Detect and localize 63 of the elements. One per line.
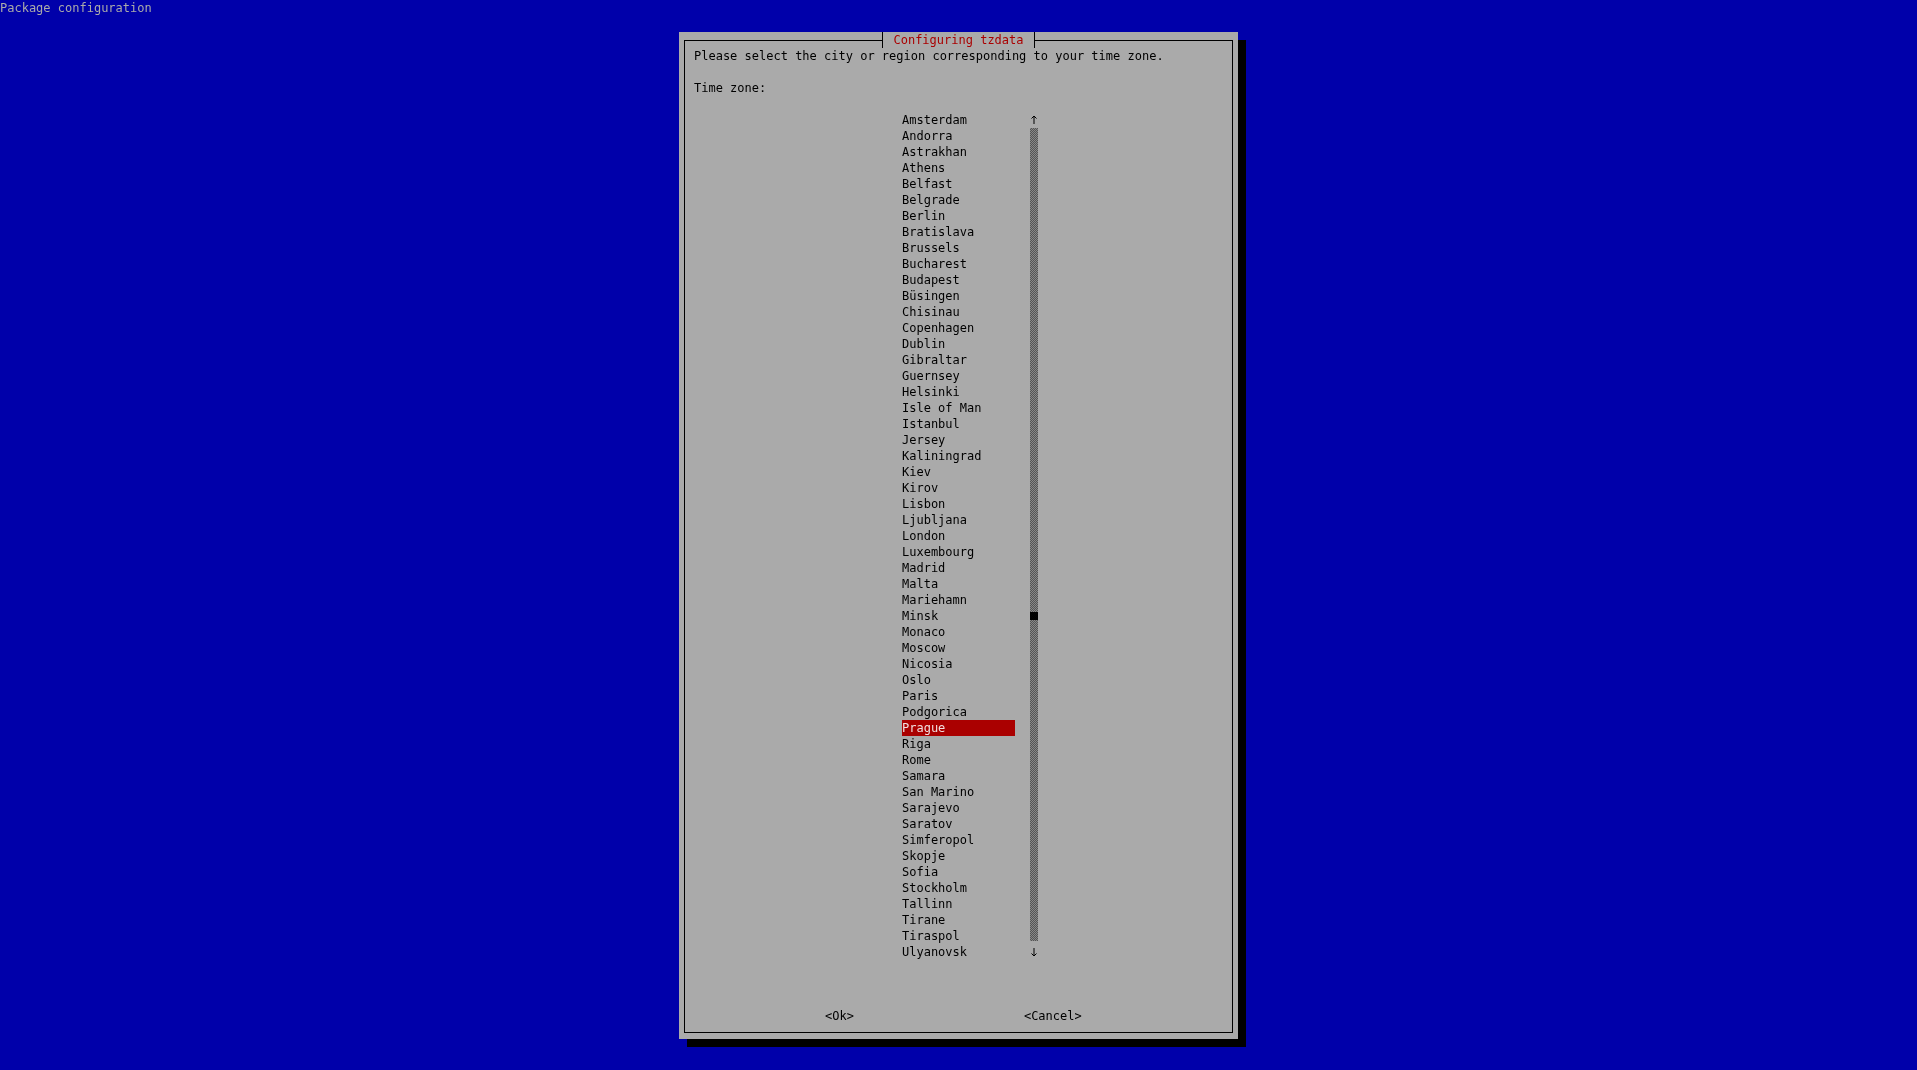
list-item[interactable]: Jersey [902, 432, 1015, 448]
list-item[interactable]: Chisinau [902, 304, 1015, 320]
list-item[interactable]: Bratislava [902, 224, 1015, 240]
list-item[interactable]: Simferopol [902, 832, 1015, 848]
scrollbar-track[interactable] [1030, 128, 1038, 941]
list-item[interactable]: Athens [902, 160, 1015, 176]
list-item[interactable]: Budapest [902, 272, 1015, 288]
dialog-title: Configuring tzdata [882, 32, 1035, 48]
list-item[interactable]: Mariehamn [902, 592, 1015, 608]
list-item[interactable]: Paris [902, 688, 1015, 704]
list-item[interactable]: Rome [902, 752, 1015, 768]
list-item[interactable]: Moscow [902, 640, 1015, 656]
list-item[interactable]: Dublin [902, 336, 1015, 352]
list-item[interactable]: Helsinki [902, 384, 1015, 400]
dialog-button[interactable]: <Cancel> [1023, 1008, 1082, 1024]
list-item[interactable]: Tirane [902, 912, 1015, 928]
list-item[interactable]: Skopje [902, 848, 1015, 864]
list-item[interactable]: Kiev [902, 464, 1015, 480]
list-item[interactable]: Bucharest [902, 256, 1015, 272]
field-label: Time zone: [694, 80, 767, 96]
list-item[interactable]: Saratov [902, 816, 1015, 832]
list-item[interactable]: Podgorica [902, 704, 1015, 720]
list-item[interactable]: Oslo [902, 672, 1015, 688]
list-item[interactable]: Kirov [902, 480, 1015, 496]
list-item[interactable]: Sarajevo [902, 800, 1015, 816]
list-item[interactable]: Riga [902, 736, 1015, 752]
list-item[interactable]: Minsk [902, 608, 1015, 624]
list-item[interactable]: Andorra [902, 128, 1015, 144]
list-item[interactable]: Kaliningrad [902, 448, 1015, 464]
list-item[interactable]: Sofia [902, 864, 1015, 880]
list-item[interactable]: Stockholm [902, 880, 1015, 896]
list-item[interactable]: Astrakhan [902, 144, 1015, 160]
scrollbar-thumb[interactable] [1030, 612, 1038, 620]
list-item[interactable]: Malta [902, 576, 1015, 592]
list-item[interactable]: Guernsey [902, 368, 1015, 384]
list-item[interactable]: Gibraltar [902, 352, 1015, 368]
list-item[interactable]: Berlin [902, 208, 1015, 224]
list-item[interactable]: Belfast [902, 176, 1015, 192]
list-item[interactable]: Lisbon [902, 496, 1015, 512]
list-item[interactable]: Nicosia [902, 656, 1015, 672]
list-item[interactable]: Ulyanovsk [902, 944, 1015, 960]
list-item[interactable]: Tiraspol [902, 928, 1015, 944]
list-item[interactable]: Luxembourg [902, 544, 1015, 560]
list-item[interactable]: Belgrade [902, 192, 1015, 208]
list-item[interactable]: Amsterdam [902, 112, 1015, 128]
dialog-button[interactable]: <Ok> [825, 1008, 854, 1024]
list-item[interactable]: San Marino [902, 784, 1015, 800]
list-item[interactable]: Isle of Man [902, 400, 1015, 416]
up-arrow-icon[interactable] [1030, 115, 1038, 125]
screen-title: Package configuration [0, 0, 152, 16]
list-item[interactable]: Madrid [902, 560, 1015, 576]
list-item[interactable]: Büsingen [902, 288, 1015, 304]
list-item[interactable]: Brussels [902, 240, 1015, 256]
prompt-text: Please select the city or region corresponding to your time zone. [694, 48, 1164, 64]
down-arrow-icon[interactable] [1030, 947, 1038, 957]
list-item[interactable]: Ljubljana [902, 512, 1015, 528]
list-item[interactable]: Tallinn [902, 896, 1015, 912]
list-item[interactable]: Istanbul [902, 416, 1015, 432]
list-item[interactable]: Prague [902, 720, 1015, 736]
list-item[interactable]: London [902, 528, 1015, 544]
list-item[interactable]: Monaco [902, 624, 1015, 640]
list-item[interactable]: Samara [902, 768, 1015, 784]
list-item[interactable]: Copenhagen [902, 320, 1015, 336]
